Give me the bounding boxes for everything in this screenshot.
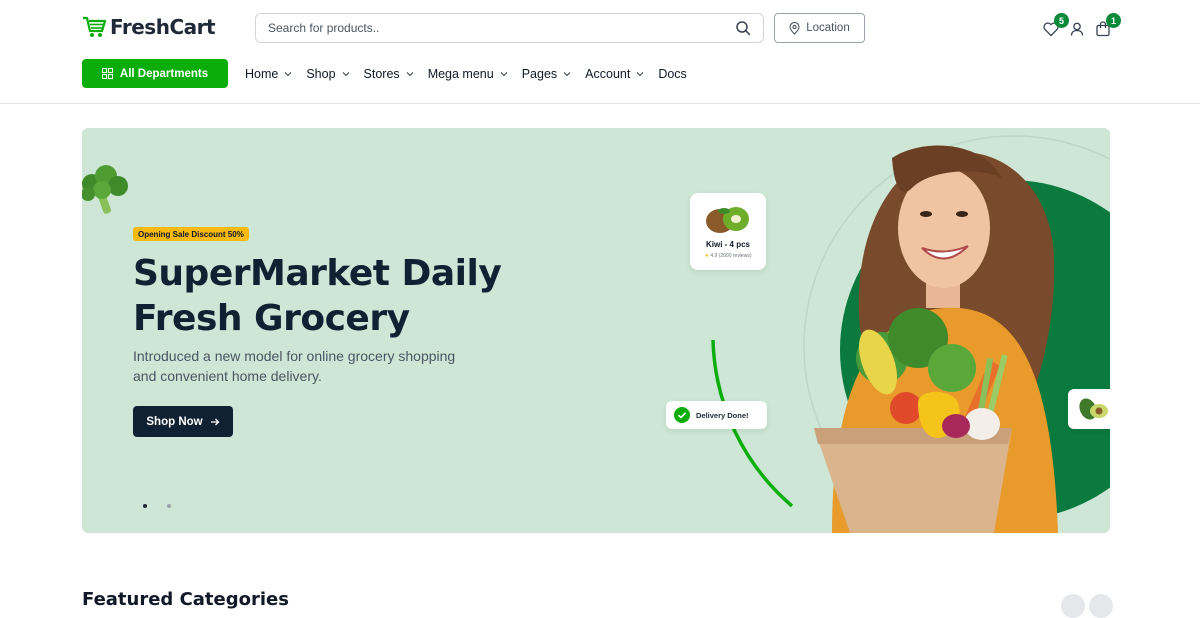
carousel-next-button[interactable] bbox=[1089, 594, 1113, 618]
hero-title: SuperMarket Daily Fresh Grocery bbox=[133, 251, 553, 341]
nav-item-shop[interactable]: Shop bbox=[306, 67, 349, 81]
nav-item-label: Stores bbox=[363, 66, 400, 81]
nav-item-label: Home bbox=[245, 66, 279, 81]
hero-title-line: SuperMarket Daily bbox=[133, 253, 502, 294]
product-card-title: Kiwi - 4 pcs bbox=[705, 240, 750, 249]
wishlist-count-badge: 5 bbox=[1054, 13, 1069, 28]
hero-subtitle-line: and convenient home delivery. bbox=[133, 368, 322, 384]
location-label: Location bbox=[806, 22, 850, 34]
nav-item-docs[interactable]: Docs bbox=[658, 67, 686, 81]
delivery-status-card: Delivery Done! bbox=[666, 401, 767, 429]
wishlist-button[interactable]: 5 bbox=[1042, 13, 1069, 38]
all-departments-button[interactable]: All Departments bbox=[82, 59, 228, 88]
hero-shopper-image bbox=[711, 135, 1110, 533]
broccoli-image bbox=[82, 165, 128, 214]
shop-now-button[interactable]: Shop Now bbox=[133, 406, 233, 437]
kiwi-image bbox=[706, 207, 749, 233]
nav-item-label: Shop bbox=[306, 66, 336, 81]
hero-banner: Opening Sale Discount 50% SuperMarket Da… bbox=[82, 128, 1110, 533]
chevron-down-icon bbox=[563, 71, 571, 76]
carousel-dot[interactable] bbox=[167, 504, 171, 508]
nav-item-label: Docs bbox=[658, 66, 687, 81]
reviews-count: (2000 reviews) bbox=[718, 253, 752, 259]
check-circle-icon bbox=[674, 407, 690, 423]
user-icon bbox=[1070, 22, 1084, 36]
product-card-kiwi[interactable]: Kiwi - 4 pcs ★ 4.9 (2000 reviews) bbox=[690, 193, 766, 270]
chevron-down-icon bbox=[636, 71, 644, 76]
site-header: FreshCart Location 5 1 bbox=[0, 0, 1200, 104]
nav-item-label: Account bbox=[585, 66, 631, 81]
product-card-avocado[interactable] bbox=[1068, 389, 1110, 429]
all-departments-label: All Departments bbox=[119, 67, 209, 80]
avocado-image bbox=[1079, 398, 1108, 420]
hero-subtitle-line: Introduced a new model for online grocer… bbox=[133, 348, 456, 364]
map-pin-icon bbox=[789, 21, 800, 35]
nav-item-stores[interactable]: Stores bbox=[364, 67, 414, 81]
carousel-dot-active[interactable] bbox=[143, 504, 147, 508]
nav-item-home[interactable]: Home bbox=[245, 67, 292, 81]
product-card-rating: ★ 4.9 (2000 reviews) bbox=[690, 253, 766, 259]
cart-button[interactable]: 1 bbox=[1094, 13, 1121, 38]
logo[interactable]: FreshCart bbox=[82, 14, 216, 40]
chevron-down-icon bbox=[284, 71, 292, 76]
delivery-status-label: Delivery Done! bbox=[696, 410, 749, 420]
star-icon: ★ bbox=[704, 253, 709, 259]
hero-subtitle: Introduced a new model for online grocer… bbox=[133, 346, 513, 386]
grid-icon bbox=[101, 68, 113, 79]
search-icon[interactable] bbox=[735, 20, 751, 36]
arrow-right-icon bbox=[210, 418, 220, 425]
cart-count-badge: 1 bbox=[1106, 13, 1121, 28]
account-button[interactable] bbox=[1068, 20, 1086, 38]
nav-item-pages[interactable]: Pages bbox=[522, 67, 571, 81]
nav-item-account[interactable]: Account bbox=[585, 67, 644, 81]
chevron-down-icon bbox=[500, 71, 508, 76]
carousel-prev-button[interactable] bbox=[1061, 594, 1085, 618]
sale-badge: Opening Sale Discount 50% bbox=[133, 227, 249, 241]
search-input[interactable] bbox=[268, 14, 718, 42]
nav-item-label: Mega menu bbox=[427, 66, 494, 81]
cart-logo-icon bbox=[83, 16, 106, 37]
search-bar bbox=[255, 13, 764, 43]
rating-value: 4.9 bbox=[710, 253, 718, 259]
shop-now-label: Shop Now bbox=[146, 415, 203, 428]
logo-text: FreshCart bbox=[110, 15, 216, 39]
location-button[interactable]: Location bbox=[774, 13, 865, 43]
hero-title-line: Fresh Grocery bbox=[133, 298, 410, 339]
chevron-down-icon bbox=[342, 71, 349, 76]
nav-item-mega-menu[interactable]: Mega menu bbox=[428, 67, 508, 81]
main-nav: Home Shop Stores Mega menu Pages Account… bbox=[245, 59, 701, 88]
chevron-down-icon bbox=[406, 71, 414, 76]
nav-item-label: Pages bbox=[521, 66, 558, 81]
